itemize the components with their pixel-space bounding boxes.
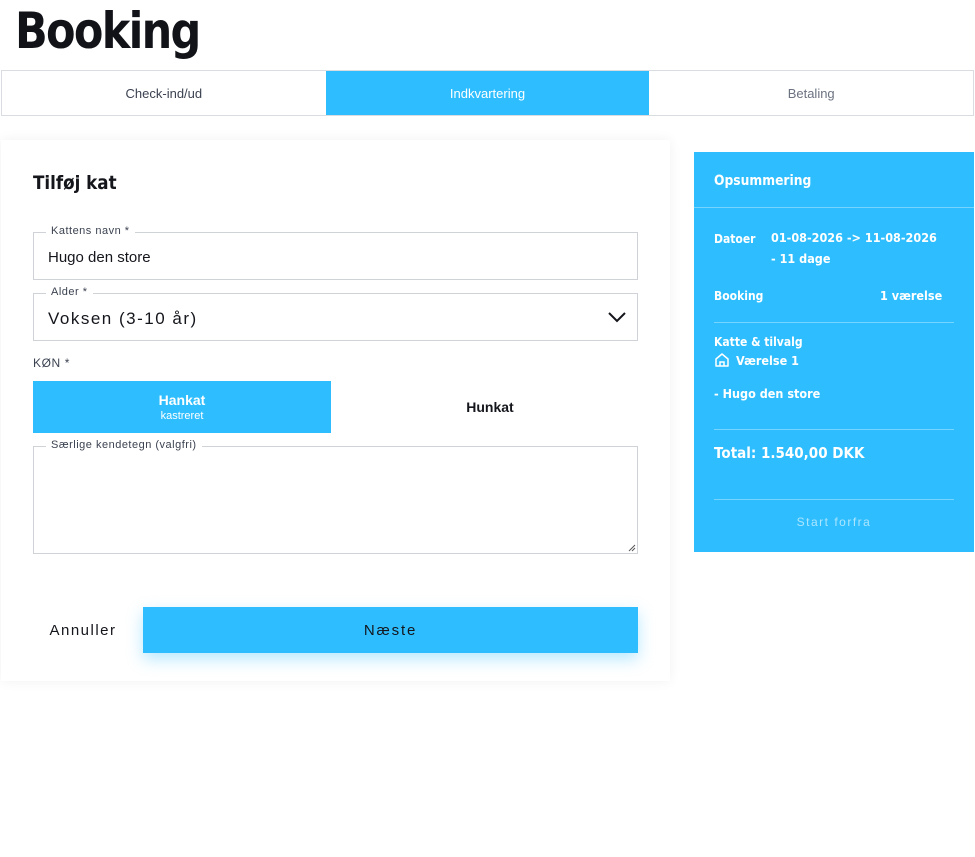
summary-panel: Opsummering Datoer 01-08-2026 -> 11-08-2… bbox=[694, 152, 974, 552]
summary-divider bbox=[714, 499, 954, 500]
cats-key: Katte & tilvalg bbox=[714, 335, 803, 349]
step-payment[interactable]: Betaling bbox=[649, 71, 973, 115]
step-accommodation[interactable]: Indkvartering bbox=[325, 71, 650, 115]
special-marks-field[interactable]: Særlige kendetegn (valgfri) bbox=[33, 439, 638, 554]
gender-label: KØN * bbox=[33, 356, 71, 370]
cat-item: - Hugo den store bbox=[714, 386, 821, 401]
special-marks-label: Særlige kendetegn (valgfri) bbox=[46, 439, 202, 451]
resize-grip-icon[interactable] bbox=[628, 544, 636, 552]
step-check-in-out[interactable]: Check-ind/ud bbox=[2, 71, 326, 115]
booking-steps: Check-ind/ud Indkvartering Betaling bbox=[1, 70, 974, 116]
cat-name-field[interactable]: Kattens navn * Hugo den store bbox=[33, 225, 638, 280]
booking-key: Booking bbox=[714, 289, 764, 303]
gender-male-sublabel: kastreret bbox=[160, 410, 204, 422]
page-title: Booking bbox=[15, 2, 201, 60]
summary-divider bbox=[694, 207, 974, 208]
dates-value: 01-08-2026 -> 11-08-2026 bbox=[771, 230, 937, 245]
dates-key: Datoer bbox=[714, 232, 756, 246]
gender-option-female[interactable]: Hunkat bbox=[341, 381, 639, 433]
gender-female-label: Hunkat bbox=[466, 399, 514, 415]
total-price: Total: 1.540,00 DKK bbox=[714, 444, 865, 462]
cat-name-label: Kattens navn * bbox=[46, 225, 135, 237]
add-cat-form: Tilføj kat Kattens navn * Hugo den store… bbox=[1, 140, 670, 681]
start-over-button[interactable]: Start forfra bbox=[694, 515, 974, 529]
booking-value: 1 værelse bbox=[880, 288, 943, 303]
gender-male-label: Hankat bbox=[158, 392, 206, 408]
age-selected-value[interactable]: Voksen (3-10 år) bbox=[48, 309, 198, 329]
chevron-down-icon[interactable] bbox=[607, 309, 627, 325]
next-button[interactable]: Næste bbox=[143, 607, 638, 653]
form-title: Tilføj kat bbox=[33, 172, 117, 194]
cancel-button[interactable]: Annuller bbox=[33, 618, 133, 642]
summary-divider bbox=[714, 322, 954, 323]
cat-name-input[interactable]: Hugo den store bbox=[48, 249, 151, 266]
duration-value: - 11 dage bbox=[771, 251, 831, 266]
house-icon bbox=[715, 353, 729, 367]
age-label: Alder * bbox=[46, 286, 93, 298]
age-select[interactable]: Alder * Voksen (3-10 år) bbox=[33, 286, 638, 341]
summary-divider bbox=[714, 429, 954, 430]
room-label: Værelse 1 bbox=[736, 353, 799, 368]
summary-title: Opsummering bbox=[714, 173, 812, 189]
gender-option-male[interactable]: Hankat kastreret bbox=[33, 381, 331, 433]
